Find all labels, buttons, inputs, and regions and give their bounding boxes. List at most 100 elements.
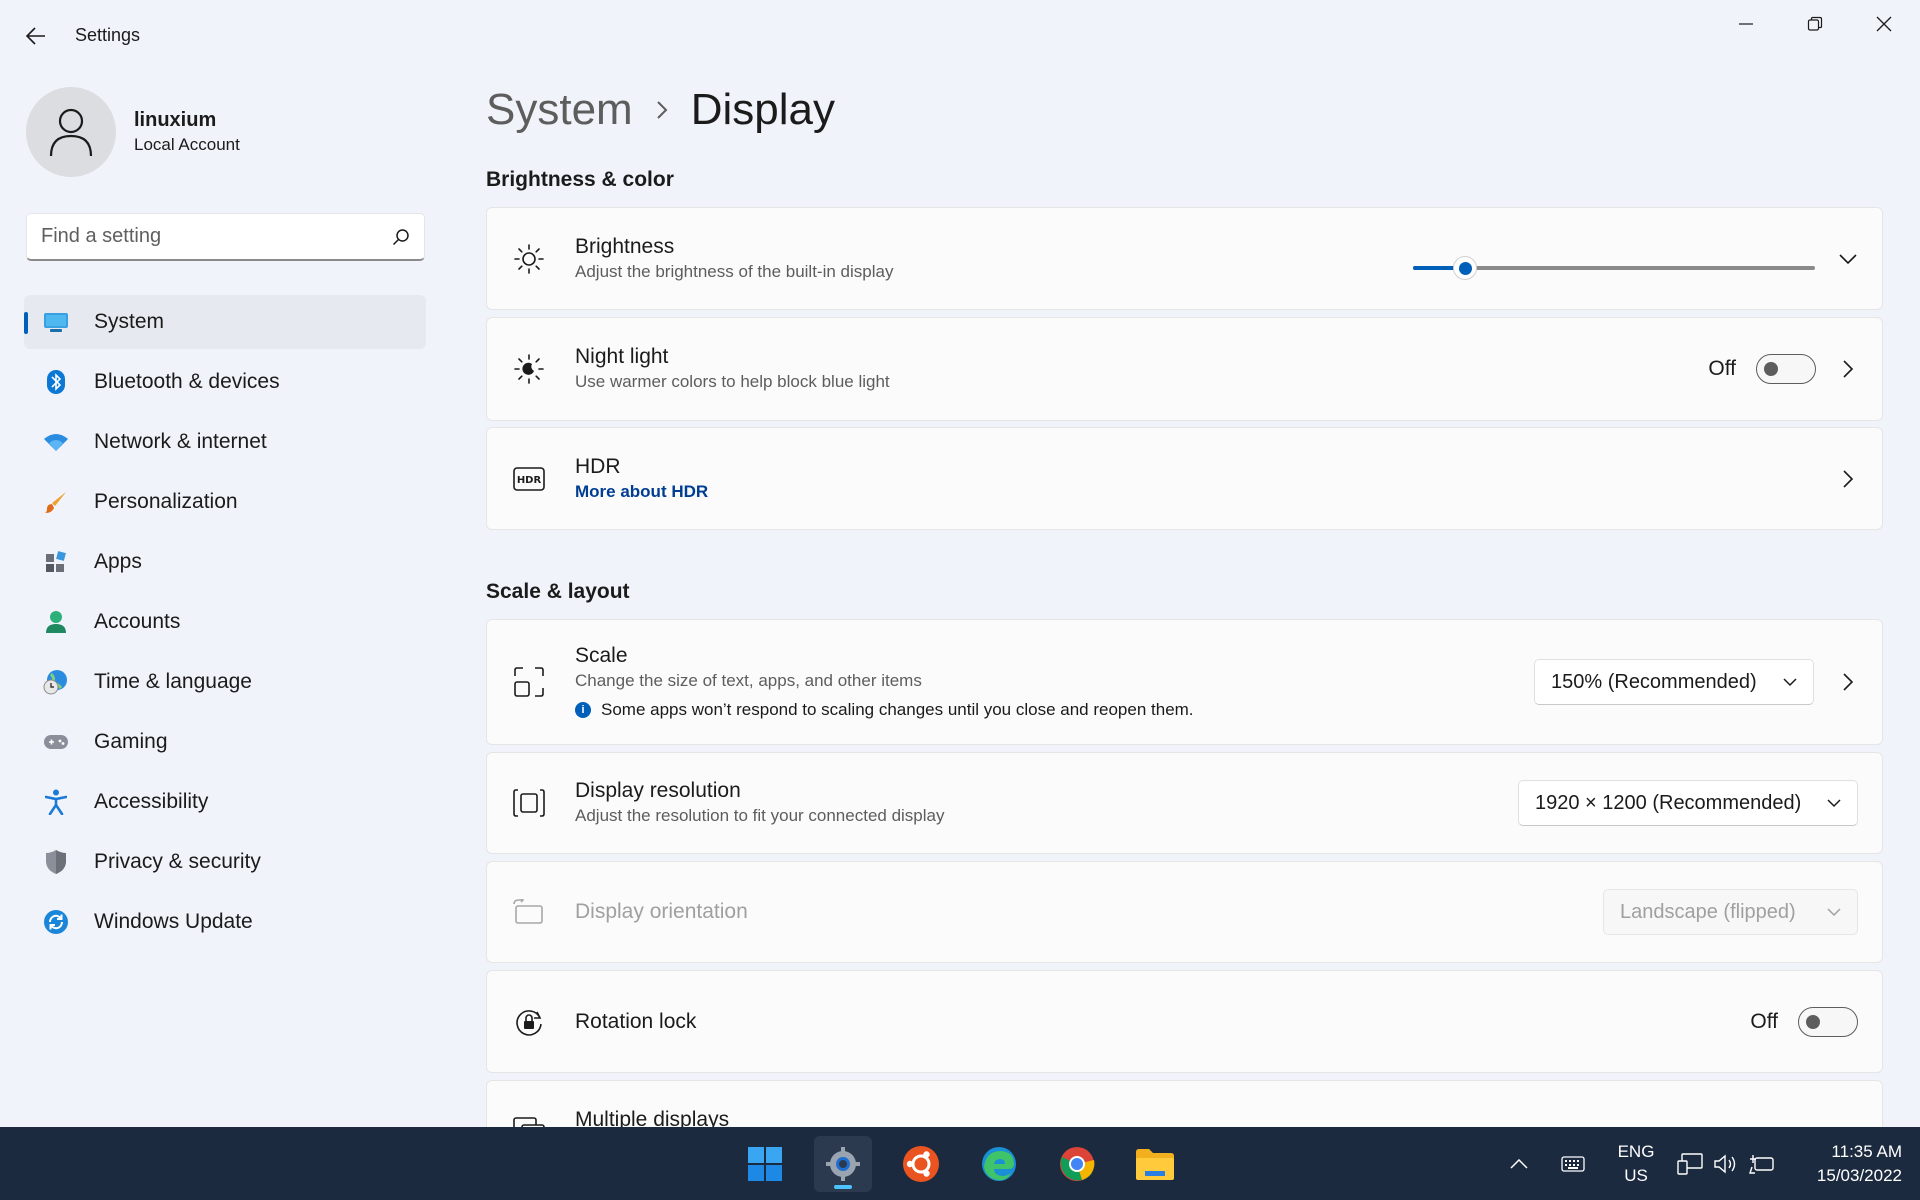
- sidebar-item-windows-update[interactable]: Windows Update: [24, 895, 426, 949]
- person-icon: [42, 608, 70, 636]
- profile-card[interactable]: linuxium Local Account: [26, 87, 240, 177]
- toggle-knob: [1764, 362, 1778, 376]
- quick-settings-button[interactable]: [1672, 1127, 1780, 1200]
- rotation-lock-card[interactable]: Rotation lock Off: [486, 970, 1883, 1073]
- back-button[interactable]: [18, 20, 54, 52]
- hdr-icon: HDR: [513, 463, 545, 495]
- shield-icon: [42, 848, 70, 876]
- night-light-title: Night light: [575, 345, 669, 368]
- sidebar-item-network[interactable]: Network & internet: [24, 415, 426, 469]
- brightness-title: Brightness: [575, 234, 675, 258]
- sidebar-item-accounts[interactable]: Accounts: [24, 595, 426, 649]
- touch-keyboard-button[interactable]: [1556, 1127, 1590, 1200]
- taskbar-file-explorer[interactable]: [1126, 1136, 1184, 1192]
- bluetooth-icon: [42, 368, 70, 396]
- keyboard-icon: [1561, 1155, 1585, 1172]
- taskbar-ubuntu[interactable]: [892, 1136, 950, 1192]
- orientation-icon: [513, 896, 545, 928]
- resolution-title: Display resolution: [575, 779, 741, 802]
- language-region: US: [1624, 1165, 1648, 1185]
- breadcrumb: System Display: [486, 85, 835, 135]
- orientation-title: Display orientation: [575, 900, 748, 923]
- globe-clock-icon: [42, 668, 70, 696]
- hdr-more-link[interactable]: More about HDR: [575, 480, 708, 504]
- clock-date: 15/03/2022: [1816, 1165, 1902, 1185]
- sidebar-item-label: Privacy & security: [94, 850, 261, 873]
- chevron-down-icon: [1783, 677, 1797, 686]
- restore-icon: [1807, 16, 1823, 31]
- wifi-icon: [42, 428, 70, 456]
- sidebar-item-privacy[interactable]: Privacy & security: [24, 835, 426, 889]
- hdr-title: HDR: [575, 454, 621, 478]
- sidebar-item-accessibility[interactable]: Accessibility: [24, 775, 426, 829]
- chrome-icon: [1060, 1147, 1095, 1181]
- scale-dropdown[interactable]: 150% (Recommended): [1534, 659, 1814, 705]
- sidebar-item-label: Bluetooth & devices: [94, 370, 280, 393]
- restore-button[interactable]: [1781, 0, 1849, 48]
- update-icon: [42, 908, 70, 936]
- network-icon: [1677, 1152, 1704, 1175]
- accessibility-icon: [42, 788, 70, 816]
- sidebar-item-apps[interactable]: Apps: [24, 535, 426, 589]
- sidebar-item-system[interactable]: System: [24, 295, 426, 349]
- chevron-down-icon[interactable]: [1838, 249, 1858, 269]
- scale-note: i Some apps won’t respond to scaling cha…: [575, 698, 1194, 722]
- title-bar: Settings: [0, 0, 1920, 72]
- resolution-card[interactable]: Display resolution Adjust the resolution…: [486, 752, 1883, 854]
- brightness-slider[interactable]: [1413, 256, 1815, 280]
- edge-icon: [982, 1147, 1016, 1181]
- avatar: [26, 87, 116, 177]
- sidebar-item-personalization[interactable]: Personalization: [24, 475, 426, 529]
- night-light-icon: [513, 353, 545, 385]
- profile-account-type: Local Account: [134, 135, 240, 154]
- gamepad-icon: [42, 728, 70, 756]
- minimize-button[interactable]: [1712, 0, 1780, 48]
- resolution-dropdown[interactable]: 1920 × 1200 (Recommended): [1518, 780, 1858, 826]
- tray-overflow-button[interactable]: [1502, 1127, 1536, 1200]
- resolution-icon: [513, 787, 545, 819]
- clock[interactable]: 11:35 AM 15/03/2022: [1790, 1127, 1902, 1200]
- toggle-knob: [1806, 1014, 1820, 1029]
- back-arrow-icon: [26, 27, 45, 45]
- sidebar-item-label: Windows Update: [94, 910, 253, 933]
- start-button[interactable]: [736, 1136, 794, 1192]
- sidebar-item-bluetooth[interactable]: Bluetooth & devices: [24, 355, 426, 409]
- section-title-scale-layout: Scale & layout: [486, 580, 630, 603]
- chevron-up-icon: [1510, 1158, 1528, 1169]
- chevron-down-icon: [1827, 798, 1841, 807]
- scale-subtitle: Change the size of text, apps, and other…: [575, 670, 922, 690]
- orientation-dropdown: Landscape (flipped): [1603, 889, 1858, 935]
- night-light-toggle[interactable]: [1756, 354, 1816, 384]
- person-icon: [49, 108, 93, 157]
- chevron-right-icon[interactable]: [1838, 469, 1858, 489]
- resolution-dropdown-value: 1920 × 1200 (Recommended): [1535, 791, 1802, 814]
- close-button[interactable]: [1850, 0, 1918, 48]
- apps-icon: [42, 548, 70, 576]
- search-placeholder: Find a setting: [41, 225, 162, 247]
- sidebar-item-gaming[interactable]: Gaming: [24, 715, 426, 769]
- resolution-subtitle: Adjust the resolution to fit your connec…: [575, 806, 945, 825]
- sidebar-item-time-language[interactable]: Time & language: [24, 655, 426, 709]
- brush-icon: [42, 488, 70, 516]
- chevron-right-icon[interactable]: [1838, 359, 1858, 379]
- night-light-card[interactable]: Night light Use warmer colors to help bl…: [486, 317, 1883, 421]
- search-input[interactable]: Find a setting: [26, 213, 425, 261]
- taskbar-edge[interactable]: [970, 1136, 1028, 1192]
- scale-title: Scale: [575, 643, 628, 667]
- search-icon: [392, 228, 409, 245]
- breadcrumb-parent[interactable]: System: [486, 85, 633, 135]
- battery-icon: [1748, 1154, 1774, 1174]
- taskbar-chrome[interactable]: [1048, 1136, 1106, 1192]
- slider-thumb[interactable]: [1453, 256, 1477, 280]
- night-light-subtitle: Use warmer colors to help block blue lig…: [575, 372, 890, 391]
- minimize-icon: [1739, 23, 1753, 25]
- scale-card[interactable]: Scale Change the size of text, apps, and…: [486, 619, 1883, 745]
- scale-icon: [513, 666, 545, 698]
- app-title: Settings: [75, 25, 141, 45]
- taskbar-settings[interactable]: [814, 1136, 872, 1192]
- rotation-lock-toggle-group: Off: [1750, 1006, 1858, 1037]
- hdr-card[interactable]: HDR HDR More about HDR: [486, 427, 1883, 530]
- language-indicator[interactable]: ENG US: [1606, 1127, 1666, 1200]
- chevron-right-icon[interactable]: [1838, 672, 1858, 692]
- rotation-lock-toggle[interactable]: [1798, 1006, 1858, 1037]
